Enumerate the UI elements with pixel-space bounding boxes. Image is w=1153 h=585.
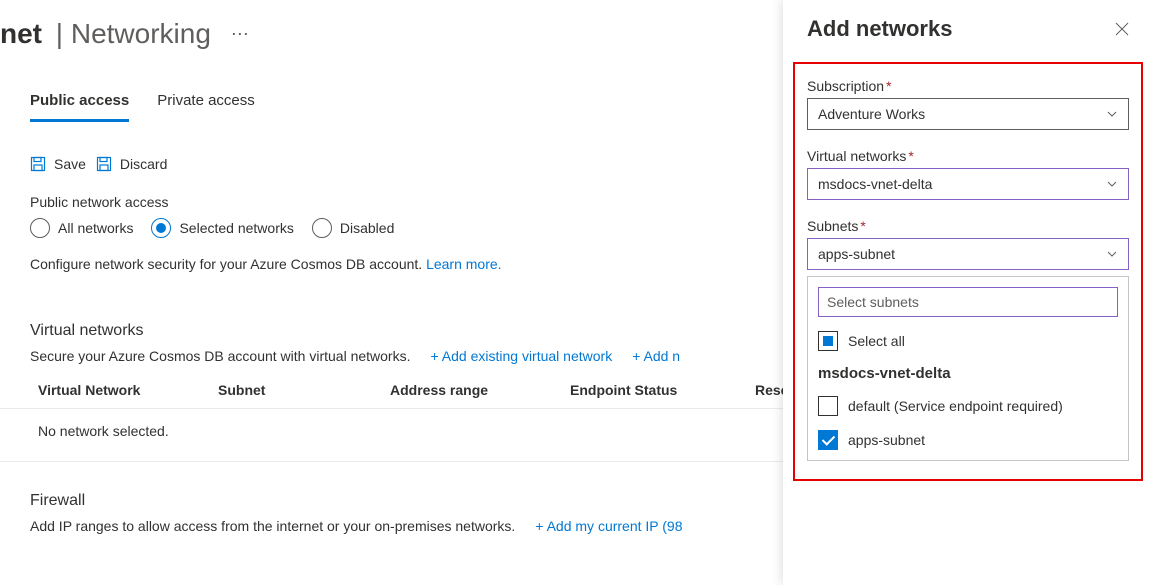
subnet-option-apps[interactable]: apps-subnet [818, 430, 1118, 450]
firewall-description: Add IP ranges to allow access from the i… [30, 518, 515, 534]
subnets-dropdown[interactable]: apps-subnet [807, 238, 1129, 270]
close-icon[interactable] [1115, 22, 1129, 36]
radio-selected-label: Selected networks [179, 220, 293, 236]
select-all-row[interactable]: Select all [818, 331, 1118, 351]
vnet-dropdown[interactable]: msdocs-vnet-delta [807, 168, 1129, 200]
checkbox-icon [818, 396, 838, 416]
radio-all-networks[interactable]: All networks [30, 218, 133, 238]
radio-icon [312, 218, 332, 238]
subnets-value: apps-subnet [818, 246, 895, 262]
radio-disabled[interactable]: Disabled [312, 218, 394, 238]
col-subnet: Subnet [218, 382, 390, 398]
discard-label: Discard [120, 156, 167, 172]
vnet-label: Virtual networks* [807, 148, 1129, 164]
tab-public-access[interactable]: Public access [30, 92, 129, 122]
subnet-apps-label: apps-subnet [848, 432, 925, 448]
tab-private-access[interactable]: Private access [157, 92, 255, 122]
subnet-option-default[interactable]: default (Service endpoint required) [818, 396, 1118, 416]
vnet-group-label: msdocs-vnet-delta [818, 365, 1118, 382]
subscription-label: Subscription* [807, 78, 1129, 94]
radio-icon [151, 218, 171, 238]
subnet-default-label: default (Service endpoint required) [848, 398, 1063, 414]
panel-form-highlight: Subscription* Adventure Works Virtual ne… [793, 62, 1143, 481]
col-endpoint-status: Endpoint Status [570, 382, 755, 398]
save-label: Save [54, 156, 86, 172]
checkbox-checked-icon [818, 430, 838, 450]
subnet-search-input[interactable] [818, 287, 1118, 317]
select-all-label: Select all [848, 333, 905, 349]
more-menu-icon[interactable]: ⋯ [231, 24, 250, 45]
subscription-value: Adventure Works [818, 106, 925, 122]
chevron-down-icon [1106, 178, 1118, 190]
add-current-ip-link[interactable]: + Add my current IP (98 [535, 518, 682, 534]
col-address-range: Address range [390, 382, 570, 398]
discard-button[interactable]: Discard [96, 156, 167, 172]
discard-icon [96, 156, 112, 172]
vnet-description: Secure your Azure Cosmos DB account with… [30, 348, 411, 364]
add-existing-vnet-link[interactable]: + Add existing virtual network [431, 348, 613, 364]
radio-all-label: All networks [58, 220, 133, 236]
checkbox-indeterminate-icon [818, 331, 838, 351]
col-virtual-network: Virtual Network [38, 382, 218, 398]
radio-icon [30, 218, 50, 238]
chevron-down-icon [1106, 248, 1118, 260]
subnets-label: Subnets* [807, 218, 1129, 234]
page-title-left: net [0, 18, 42, 50]
add-new-vnet-link[interactable]: + Add n [632, 348, 680, 364]
learn-more-link[interactable]: Learn more. [426, 256, 501, 272]
save-icon [30, 156, 46, 172]
panel-title: Add networks [807, 16, 952, 42]
subnets-dropdown-list: Select all msdocs-vnet-delta default (Se… [807, 276, 1129, 461]
subscription-dropdown[interactable]: Adventure Works [807, 98, 1129, 130]
chevron-down-icon [1106, 108, 1118, 120]
vnet-value: msdocs-vnet-delta [818, 176, 932, 192]
page-title-right: | Networking [48, 18, 211, 50]
add-networks-panel: Add networks Subscription* Adventure Wor… [783, 0, 1153, 585]
radio-selected-networks[interactable]: Selected networks [151, 218, 293, 238]
save-button[interactable]: Save [30, 156, 86, 172]
radio-disabled-label: Disabled [340, 220, 394, 236]
